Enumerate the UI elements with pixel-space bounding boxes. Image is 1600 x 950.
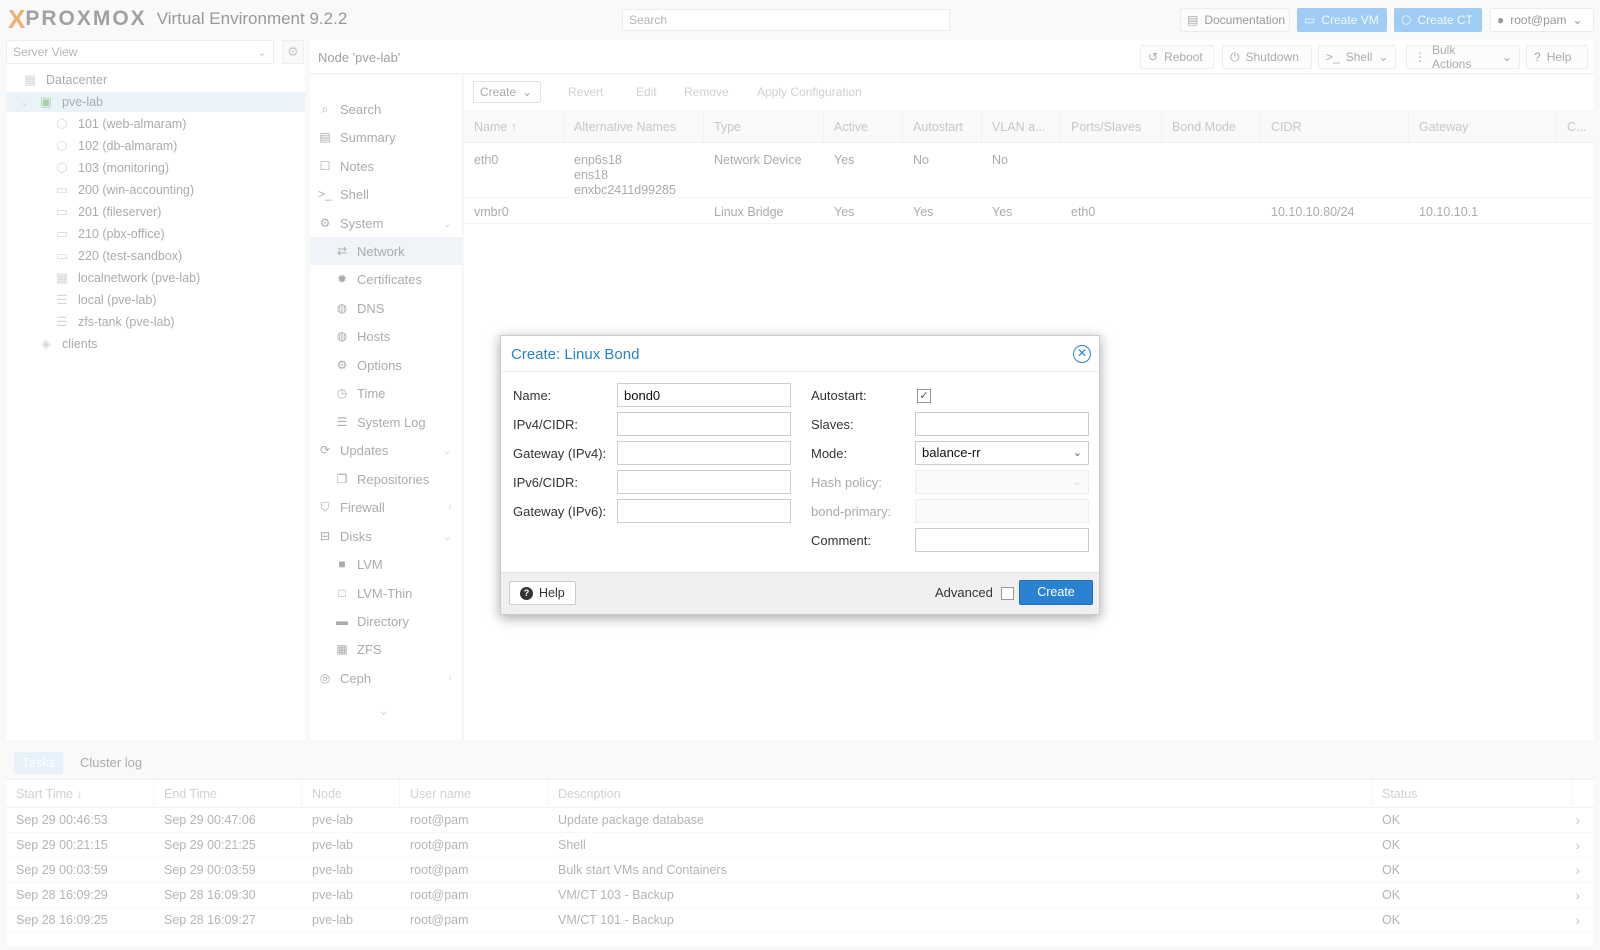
- slaves-label: Slaves:: [811, 417, 854, 432]
- autostart-checkbox[interactable]: ✓: [917, 389, 931, 403]
- gateway-ipv4-label: Gateway (IPv4):: [513, 446, 607, 461]
- bond-primary-label: bond-primary:: [811, 504, 892, 519]
- dialog-create-button[interactable]: Create: [1019, 580, 1093, 605]
- question-icon: ?: [520, 586, 533, 600]
- dialog-title: Create: Linux Bond: [511, 346, 640, 363]
- hash-policy-label: Hash policy:: [811, 475, 882, 490]
- gateway-ipv6-field[interactable]: [617, 499, 791, 523]
- dialog-help-label: Help: [539, 586, 565, 600]
- advanced-checkbox[interactable]: [1001, 587, 1014, 600]
- gateway-ipv4-field[interactable]: [617, 441, 791, 465]
- comment-label: Comment:: [811, 533, 871, 548]
- dialog-help-button[interactable]: ? Help: [509, 581, 576, 605]
- advanced-label: Advanced: [935, 585, 993, 600]
- dialog-title-bar: Create: Linux Bond ✕: [501, 336, 1099, 372]
- name-field[interactable]: [617, 383, 791, 407]
- ipv4-field[interactable]: [617, 412, 791, 436]
- autostart-label: Autostart:: [811, 388, 867, 403]
- mode-value: balance-rr: [922, 445, 981, 460]
- mode-label: Mode:: [811, 446, 848, 461]
- bond-primary-field[interactable]: [915, 499, 1089, 523]
- mode-select[interactable]: balance-rr ⌄: [915, 441, 1089, 465]
- name-label: Name:: [513, 388, 552, 403]
- gateway-ipv6-label: Gateway (IPv6):: [513, 504, 607, 519]
- ipv6-label: IPv6/CIDR:: [513, 475, 579, 490]
- chevron-down-icon: ⌄: [1072, 447, 1082, 459]
- comment-field[interactable]: [915, 528, 1089, 552]
- ipv6-field[interactable]: [617, 470, 791, 494]
- hash-policy-select[interactable]: ⌄: [915, 470, 1089, 494]
- ipv4-label: IPv4/CIDR:: [513, 417, 579, 432]
- dialog-footer: ? Help Advanced Create: [501, 572, 1099, 614]
- create-linux-bond-dialog: Create: Linux Bond ✕ Name: IPv4/CIDR: Ga…: [500, 335, 1100, 615]
- close-icon[interactable]: ✕: [1073, 345, 1091, 363]
- chevron-down-icon: ⌄: [1072, 476, 1082, 488]
- slaves-field[interactable]: [915, 412, 1089, 436]
